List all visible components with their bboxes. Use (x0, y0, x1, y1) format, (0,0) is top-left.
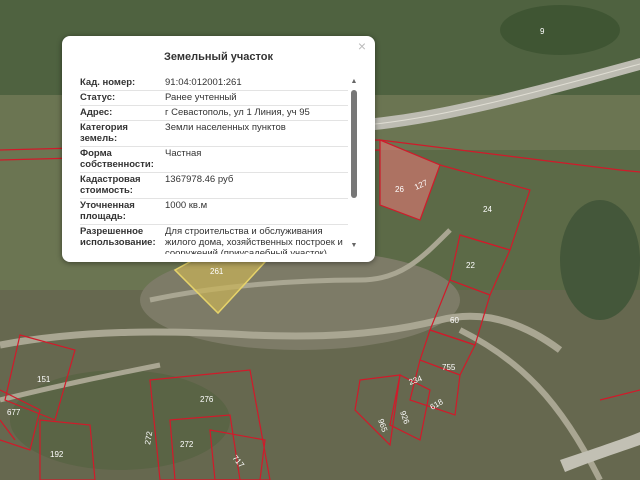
parcel-label[interactable]: 261 (210, 267, 224, 276)
popup-scrollbar[interactable]: ▲ ▼ (350, 78, 358, 250)
tree-cluster (560, 200, 640, 320)
info-row: Кад. номер: 91:04:012001:261 (80, 76, 348, 91)
info-row: Категория земель: Земли населенных пункт… (80, 121, 348, 147)
parcel-info-popup: Земельный участок × Кад. номер: 91:04:01… (62, 36, 375, 262)
popup-title: Земельный участок (164, 51, 273, 63)
scroll-down-icon[interactable]: ▼ (350, 242, 358, 250)
parcel-label[interactable]: 26 (395, 185, 404, 194)
row-value: 91:04:012001:261 (165, 77, 242, 88)
info-row: Разрешенное использование: Для строитель… (80, 225, 348, 254)
scroll-up-icon[interactable]: ▲ (350, 78, 358, 86)
info-row: Форма собственности: Частная (80, 147, 348, 173)
scroll-thumb[interactable] (351, 90, 357, 198)
parcel-label[interactable]: 677 (7, 408, 21, 417)
row-key: Форма собственности: (80, 148, 154, 170)
row-value: г Севастополь, ул 1 Линия, уч 95 (165, 107, 310, 118)
parcel-label[interactable]: 272 (180, 440, 194, 449)
row-key: Уточненная площадь: (80, 200, 135, 222)
parcel-label[interactable]: 276 (200, 395, 214, 404)
row-value: Для строительства и обслуживания жилого … (165, 226, 343, 254)
row-value: Частная (165, 148, 202, 159)
info-row: Статус: Ранее учтенный (80, 91, 348, 106)
row-key: Разрешенное использование: (80, 226, 156, 248)
parcel-label[interactable]: 151 (37, 375, 51, 384)
row-key: Категория земель: (80, 122, 128, 144)
parcel-label[interactable]: 60 (450, 316, 459, 325)
close-icon[interactable]: × (355, 39, 369, 53)
row-value: Земли населенных пунктов (165, 122, 286, 133)
row-key: Статус: (80, 92, 116, 103)
row-value: 1367978.46 руб (165, 174, 234, 185)
row-key: Кадастровая стоимость: (80, 174, 141, 196)
info-row: Адрес: г Севастополь, ул 1 Линия, уч 95 (80, 106, 348, 121)
row-key: Кад. номер: (80, 77, 136, 88)
row-value: Ранее учтенный (165, 92, 237, 103)
parcel-label[interactable]: 24 (483, 205, 492, 214)
info-row: Уточненная площадь: 1000 кв.м (80, 199, 348, 225)
info-row: Кадастровая стоимость: 1367978.46 руб (80, 173, 348, 199)
parcel-label[interactable]: 9 (540, 27, 545, 36)
row-value: 1000 кв.м (165, 200, 208, 211)
parcel-label[interactable]: 755 (442, 363, 456, 372)
row-key: Адрес: (80, 107, 113, 118)
popup-rows: Кад. номер: 91:04:012001:261 Статус: Ран… (80, 76, 348, 254)
tree-cluster (500, 5, 620, 55)
parcel-label[interactable]: 192 (50, 450, 64, 459)
parcel-label[interactable]: 22 (466, 261, 475, 270)
